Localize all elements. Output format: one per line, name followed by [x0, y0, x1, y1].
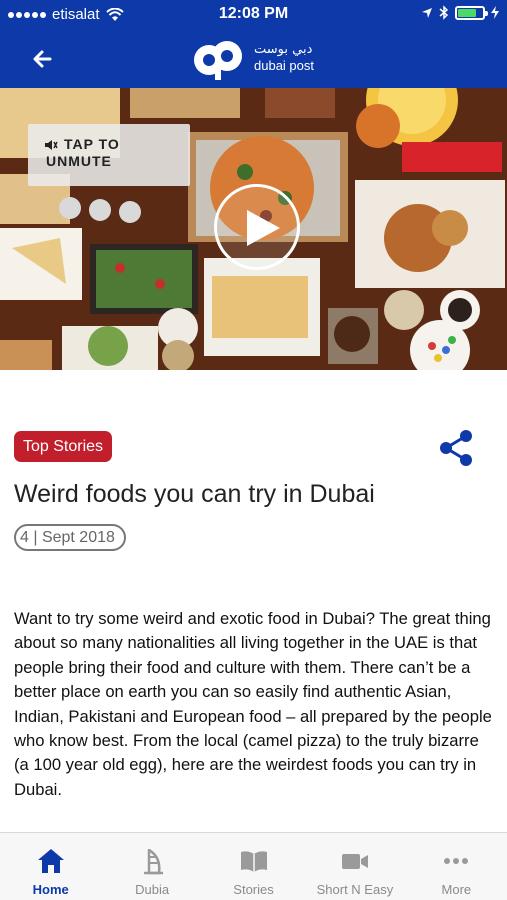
battery-icon [455, 5, 488, 20]
status-bar: etisalat 12:08 PM [0, 0, 507, 30]
tab-label: More [441, 882, 472, 897]
location-icon [422, 7, 432, 18]
burj-al-arab-icon [144, 848, 164, 875]
bluetooth-icon [439, 5, 449, 20]
tab-label: Dubia [135, 882, 170, 897]
tab-stories[interactable]: Stories [203, 833, 304, 900]
tab-label: Home [32, 882, 69, 897]
more-dots-icon [444, 858, 469, 864]
charging-icon [491, 6, 499, 19]
article-video[interactable]: TAP TO UNMUTE [0, 88, 507, 370]
book-icon [240, 851, 267, 872]
unmute-label: TAP TO UNMUTE [46, 136, 120, 169]
logo-english-text: dubai post [254, 58, 314, 73]
article-date: 4 | Sept 2018 [14, 524, 126, 551]
logo-arabic-text: دبي بوست [254, 42, 313, 57]
tab-home[interactable]: Home [0, 833, 101, 900]
bottom-tab-bar: Home Dubia Stories Short N Easy More [0, 832, 507, 900]
share-button[interactable] [436, 428, 476, 468]
tab-dubia[interactable]: Dubia [101, 833, 202, 900]
video-camera-icon [341, 854, 368, 869]
article-body: Want to try some weird and exotic food i… [14, 609, 492, 799]
dubai-post-logo-icon [194, 41, 242, 80]
tab-label: Short N Easy [316, 882, 394, 897]
category-badge[interactable]: Top Stories [14, 431, 113, 462]
tab-more[interactable]: More [406, 833, 507, 900]
arrow-left-icon [33, 50, 52, 68]
home-icon [37, 849, 64, 873]
share-icon [440, 430, 472, 466]
unmute-button[interactable]: TAP TO UNMUTE [28, 124, 190, 186]
back-button[interactable] [28, 44, 58, 74]
app-header: etisalat 12:08 PM دبي بوست dubai post [0, 0, 507, 88]
tab-label: Stories [233, 882, 274, 897]
article-title: Weird foods you can try in Dubai [14, 480, 375, 508]
tab-short-n-easy[interactable]: Short N Easy [304, 833, 405, 900]
dubai-post-logo: دبي بوست dubai post [190, 30, 330, 86]
play-button[interactable] [214, 184, 300, 270]
play-icon [247, 210, 280, 246]
